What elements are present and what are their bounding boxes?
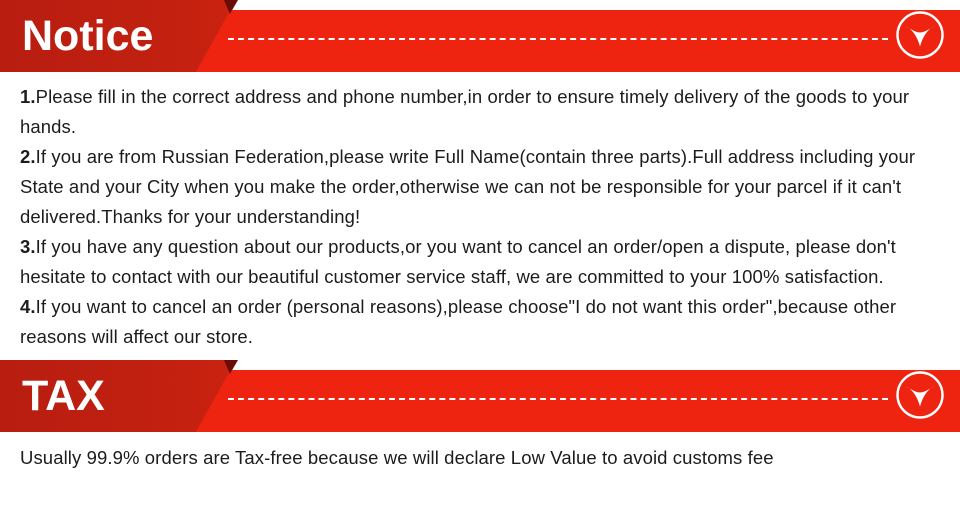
notice-banner: Notice xyxy=(0,0,960,72)
notice-paragraph-3-text: If you have any question about our produ… xyxy=(20,236,896,287)
notice-banner-title: Notice xyxy=(22,11,154,60)
tax-body: Usually 99.9% orders are Tax-free becaus… xyxy=(0,432,960,473)
tax-paragraph-1: Usually 99.9% orders are Tax-free becaus… xyxy=(20,443,946,473)
tax-banner-dashed-rule xyxy=(228,398,888,400)
notice-paragraph-3-number: 3. xyxy=(20,236,36,257)
notice-body: 1.Please fill in the correct address and… xyxy=(0,72,960,352)
tax-paragraph-1-text: Usually 99.9% orders are Tax-free becaus… xyxy=(20,447,774,468)
notice-paragraph-2-number: 2. xyxy=(20,146,36,167)
tax-banner: TAX xyxy=(0,360,960,432)
tax-banner-title: TAX xyxy=(22,371,105,420)
notice-paragraph-4-number: 4. xyxy=(20,296,36,317)
notice-paragraph-1: 1.Please fill in the correct address and… xyxy=(20,82,946,142)
notice-paragraph-2: 2.If you are from Russian Federation,ple… xyxy=(20,142,946,232)
notice-paragraph-1-text: Please fill in the correct address and p… xyxy=(20,86,910,137)
notice-paragraph-3: 3.If you have any question about our pro… xyxy=(20,232,946,292)
notice-tax-page: Notice 1.Please fill in the correct addr… xyxy=(0,0,960,530)
notice-paragraph-4: 4.If you want to cancel an order (person… xyxy=(20,292,946,352)
notice-banner-dashed-rule xyxy=(228,38,888,40)
notice-paragraph-4-text: If you want to cancel an order (personal… xyxy=(20,296,897,347)
notice-paragraph-1-number: 1. xyxy=(20,86,36,107)
chevron-down-circle-icon[interactable] xyxy=(894,9,946,61)
chevron-down-circle-icon[interactable] xyxy=(894,369,946,421)
notice-paragraph-2-text: If you are from Russian Federation,pleas… xyxy=(20,146,916,227)
